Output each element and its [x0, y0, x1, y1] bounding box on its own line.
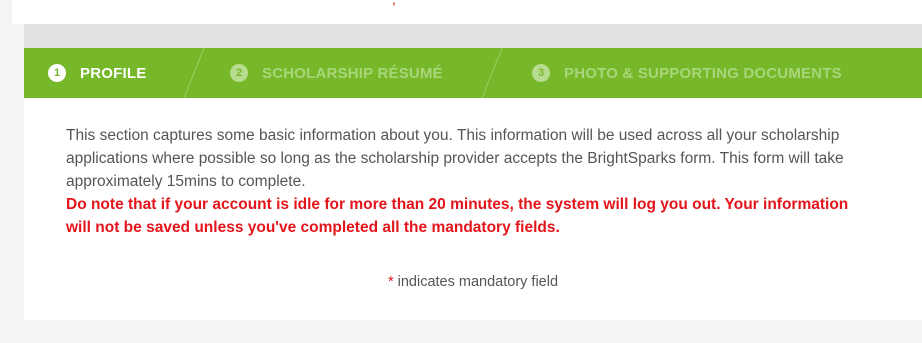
step-progress-bar: 1 PROFILE 2 SCHOLARSHIP RÉSUMÉ 3 PHOTO &…	[24, 48, 922, 98]
step-photo-supporting-documents[interactable]: 3 PHOTO & SUPPORTING DOCUMENTS	[532, 48, 842, 98]
idle-timeout-warning: Do note that if your account is idle for…	[66, 196, 849, 236]
section-header-band	[24, 24, 922, 48]
mandatory-legend-text: indicates mandatory field	[397, 274, 559, 290]
profile-section-content: This section captures some basic informa…	[24, 98, 922, 320]
step-number-badge: 1	[48, 64, 66, 82]
step-label: PROFILE	[80, 64, 147, 82]
cutoff-text-fragment: ,‘‘ ‘	[392, 0, 409, 7]
step-scholarship-resume[interactable]: 2 SCHOLARSHIP RÉSUMÉ	[230, 48, 443, 98]
step-number-badge: 3	[532, 64, 550, 82]
mandatory-field-legend: * indicates mandatory field	[24, 274, 922, 290]
step-label: PHOTO & SUPPORTING DOCUMENTS	[564, 64, 842, 82]
top-panel-cutoff: ‘ ,‘‘ ‘	[12, 0, 922, 24]
step-divider	[180, 48, 208, 98]
mandatory-asterisk: *	[387, 274, 394, 290]
step-profile[interactable]: 1 PROFILE	[48, 48, 146, 98]
section-intro-text: This section captures some basic informa…	[66, 127, 844, 190]
cutoff-text-fragment: ‘	[102, 0, 106, 7]
step-label: SCHOLARSHIP RÉSUMÉ	[262, 64, 443, 82]
step-divider	[478, 48, 506, 98]
step-number-badge: 2	[230, 64, 248, 82]
